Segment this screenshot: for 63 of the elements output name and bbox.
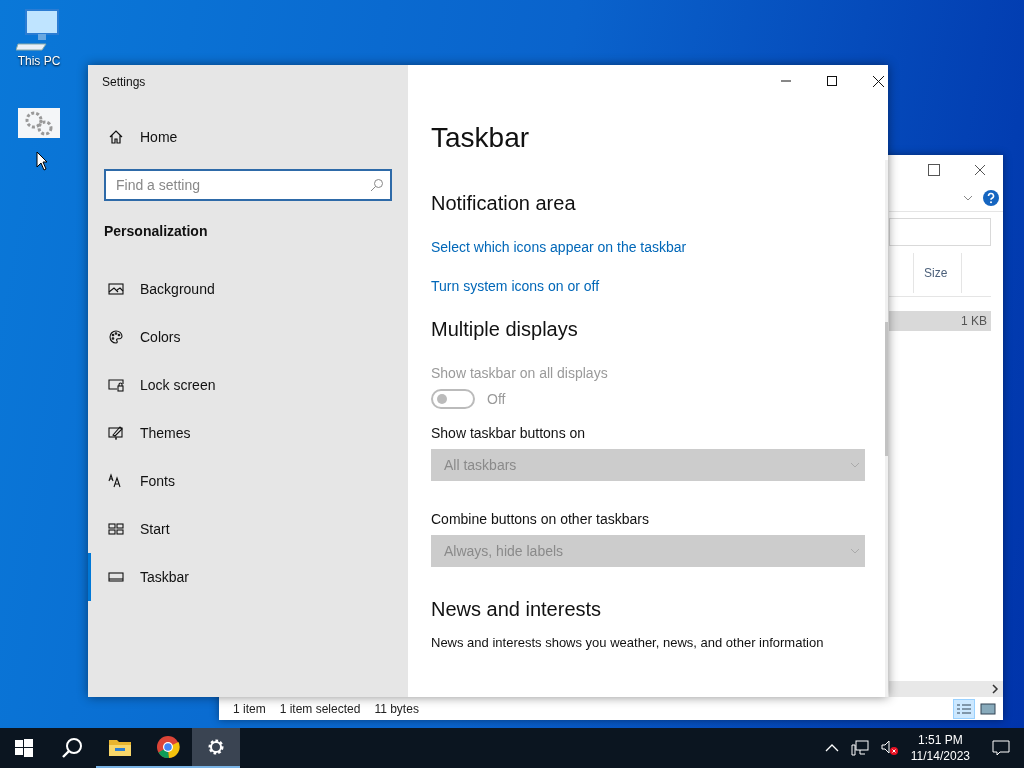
gear-icon <box>206 737 226 757</box>
palette-icon <box>108 329 124 345</box>
help-icon[interactable] <box>983 190 999 206</box>
chevron-right-icon[interactable] <box>991 684 999 694</box>
home-link[interactable]: Home <box>88 111 408 163</box>
windows-logo-icon <box>15 739 33 757</box>
status-text: 1 item <box>233 701 266 716</box>
browser-icon <box>156 735 180 759</box>
page-title: Taskbar <box>431 121 531 154</box>
image-icon <box>980 702 996 715</box>
brush-icon <box>108 425 124 441</box>
description-text: News and interests shows you weather, news, and other information <box>431 635 825 650</box>
window-title: Settings <box>101 75 147 91</box>
computer-icon[interactable] <box>16 8 62 52</box>
nav-item[interactable]: Themes <box>88 409 408 457</box>
settings-link[interactable]: Select which icons appear on the taskbar <box>431 239 687 255</box>
nav-item[interactable]: Colors <box>88 313 408 361</box>
setting-label: Combine buttons on other taskbars <box>431 511 650 527</box>
section-heading: Personalization <box>103 222 209 241</box>
chevron-down-icon <box>850 462 860 468</box>
network-icon[interactable] <box>850 740 869 756</box>
list-icon <box>956 702 972 715</box>
toggle-state-text: Off <box>487 391 506 407</box>
status-text: 1 item selected <box>279 701 361 716</box>
section-heading: Notification area <box>431 191 577 215</box>
letters-icon <box>108 473 124 489</box>
taskbar-icon <box>108 569 124 585</box>
settings-button[interactable] <box>192 728 240 768</box>
column-header[interactable]: Size <box>913 253 963 293</box>
home-icon <box>108 129 124 145</box>
close-icon[interactable] <box>872 75 884 87</box>
clock[interactable]: 1:51 PM 11/14/2023 <box>910 732 970 764</box>
nav-item[interactable]: Fonts <box>88 457 408 505</box>
settings-link[interactable]: Turn system icons on or off <box>431 278 600 294</box>
details-view-button[interactable] <box>953 698 975 719</box>
desktop-icon-label[interactable]: This PC <box>17 54 61 68</box>
chevron-down-icon[interactable] <box>963 195 973 201</box>
search-field[interactable]: Find a setting <box>104 169 392 201</box>
folder-icon <box>108 737 132 757</box>
gears-icon[interactable] <box>18 108 60 138</box>
chevron-up-icon[interactable] <box>824 744 839 752</box>
status-text: 11 bytes <box>374 701 419 716</box>
chevron-down-icon <box>850 548 860 554</box>
maximize-icon[interactable] <box>827 76 837 86</box>
image-icon <box>108 281 124 297</box>
search-icon <box>61 737 83 759</box>
search-icon <box>370 178 384 192</box>
mouse-pointer-icon <box>36 151 48 171</box>
tiles-icon <box>108 521 124 537</box>
muted-speaker-icon[interactable] <box>880 740 899 756</box>
nav-item[interactable]: Background <box>88 265 408 313</box>
notification-icon[interactable] <box>992 740 1010 756</box>
close-icon[interactable] <box>974 164 986 176</box>
nav-item[interactable]: Start <box>88 505 408 553</box>
lock-screen-icon <box>108 377 124 393</box>
file-row[interactable]: 1 KB <box>889 311 991 331</box>
setting-label: Show taskbar on all displays <box>431 365 609 381</box>
setting-label: Show taskbar buttons on <box>431 425 587 441</box>
table-cell: 1 KB <box>961 314 987 328</box>
section-heading: News and interests <box>431 597 603 621</box>
nav-item[interactable]: Lock screen <box>88 361 408 409</box>
horizontal-scrollbar[interactable] <box>889 681 1003 697</box>
section-heading: Multiple displays <box>431 317 579 341</box>
